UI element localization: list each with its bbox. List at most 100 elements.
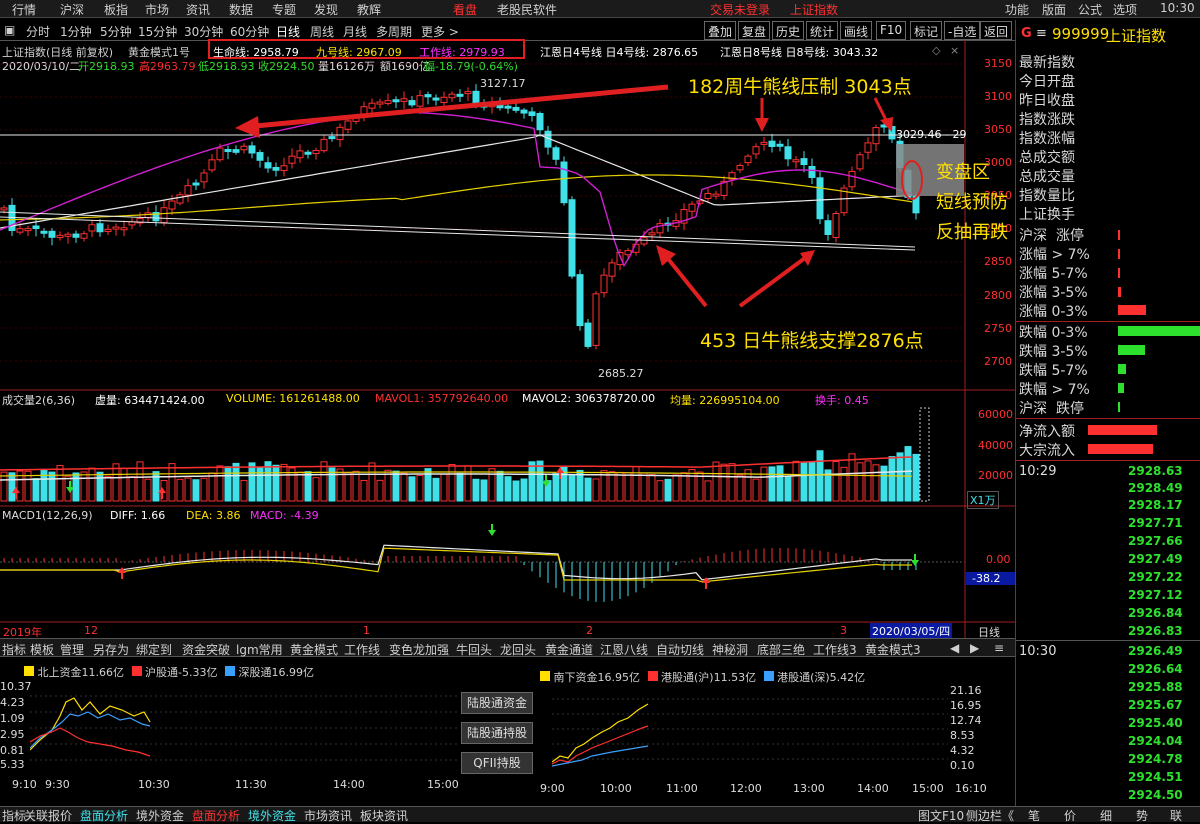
indicator-tab[interactable]: 管理 [60, 641, 84, 658]
indicator-tab[interactable]: 龙回头 [500, 641, 536, 658]
menu-item[interactable]: 数据 [229, 1, 253, 18]
tab-period[interactable]: 分时 [26, 23, 50, 40]
f10-button[interactable]: F10 [876, 21, 907, 40]
menu-item[interactable]: 沪深 [60, 1, 84, 18]
menu-item[interactable]: 发现 [314, 1, 338, 18]
quote-row: 总成交量 [1019, 169, 1075, 185]
tab-period[interactable]: 1分钟 [60, 23, 92, 40]
volume-bar [344, 472, 352, 502]
menu-icon[interactable]: ≡ [1036, 26, 1047, 41]
candle-body [344, 120, 352, 130]
price-tick: 2850 [984, 255, 1012, 268]
indicator-tab[interactable]: 资金突破 [182, 641, 230, 658]
indicator-tab[interactable]: 工作线 [344, 641, 380, 658]
tab-period[interactable]: 周线 [310, 23, 334, 40]
volume-bar [224, 466, 232, 502]
bottom-tab[interactable]: 指标 [2, 807, 26, 824]
quote-row: 上证换手 [1019, 207, 1075, 223]
menu-item[interactable]: 选项 [1113, 1, 1137, 18]
candle-body [56, 234, 64, 239]
breadth-bar [1118, 230, 1120, 240]
north-legend-3: 深股通16.99亿 [238, 666, 314, 679]
menu-item[interactable]: 专题 [272, 1, 296, 18]
tick-value: 2928.17 [1128, 498, 1183, 512]
tab-period[interactable]: 30分钟 [184, 23, 223, 40]
history-button[interactable]: 历史 [772, 21, 805, 40]
indicator-tab[interactable]: 模板 [30, 641, 54, 658]
bottom-tab[interactable]: 境外资金 [136, 807, 184, 824]
back-button[interactable]: 返回 [980, 21, 1013, 40]
side-tab[interactable]: 细 [1100, 807, 1112, 824]
indicator-tab[interactable]: 牛回头 [456, 641, 492, 658]
side-tab[interactable]: 联 [1170, 807, 1182, 824]
replay-button[interactable]: 复盘 [738, 21, 771, 40]
indicator-tab[interactable]: 江恩八线 [600, 641, 648, 658]
candle-body [368, 102, 376, 109]
menu-item[interactable]: 资讯 [186, 1, 210, 18]
f10-link[interactable]: 图文F10 [918, 807, 964, 824]
volume-bar [832, 461, 840, 502]
mark-button[interactable]: 标记 [910, 21, 943, 40]
volume-bar [376, 479, 384, 502]
stock-connect-holding-button[interactable]: 陆股通持股 [461, 722, 533, 744]
qfii-holding-button[interactable]: QFII持股 [461, 752, 533, 774]
candle-body [264, 162, 272, 169]
tab-period[interactable]: 更多 > [421, 23, 459, 40]
up-bucket: 涨幅 > 7% [1019, 247, 1090, 263]
candle-body [72, 233, 80, 238]
stats-button[interactable]: 统计 [806, 21, 839, 40]
overlay-button[interactable]: 叠加 [704, 21, 737, 40]
bottom-tab[interactable]: 板块资讯 [360, 807, 408, 824]
indicator-tab[interactable]: lgm常用 [236, 641, 283, 658]
menu-item[interactable]: 功能 [1005, 1, 1029, 18]
bottom-tab[interactable]: 盘面分析 [80, 807, 128, 824]
volume-title[interactable]: 成交量2(6,36) [2, 392, 75, 408]
tab-scroll-left-icon[interactable]: ◀ [950, 641, 959, 655]
menu-item[interactable]: 教辉 [357, 1, 381, 18]
tab-period-active[interactable]: 日线 [276, 23, 300, 40]
menu-item[interactable]: 公式 [1078, 1, 1102, 18]
tick-value: 2924.04 [1128, 734, 1183, 748]
volume-bar [528, 461, 536, 502]
tab-menu-icon[interactable]: ≡ [994, 641, 1004, 655]
sidebar-toggle[interactable]: 侧边栏《 [966, 807, 1014, 824]
indicator-tab[interactable]: 黄金模式 [290, 641, 338, 658]
side-tab[interactable]: 笔 [1028, 807, 1040, 824]
indicator-tab[interactable]: 指标 [2, 641, 26, 658]
indicator-tab[interactable]: 变色龙加强 [389, 641, 449, 658]
bottom-tab[interactable]: 盘面分析 [192, 807, 240, 824]
indicator-tab[interactable]: 神秘洞 [712, 641, 748, 658]
tab-period[interactable]: 60分钟 [230, 23, 269, 40]
menu-item-active[interactable]: 看盘 [453, 1, 477, 18]
menu-item[interactable]: 市场 [145, 1, 169, 18]
bottom-tab[interactable]: 境外资金 [248, 807, 296, 824]
indicator-tab[interactable]: 黄金通道 [545, 641, 593, 658]
bottom-tab[interactable]: 市场资讯 [304, 807, 352, 824]
fold-icon[interactable]: ▣ [4, 23, 15, 37]
tab-scroll-right-icon[interactable]: ▶ [970, 641, 979, 655]
menu-item[interactable]: 老股民软件 [497, 1, 557, 18]
menu-item[interactable]: 板指 [104, 1, 128, 18]
tab-period[interactable]: 5分钟 [100, 23, 132, 40]
login-status[interactable]: 交易未登录 [710, 1, 770, 18]
indicator-tab[interactable]: 另存为 [93, 641, 129, 658]
menu-item[interactable]: 版面 [1042, 1, 1066, 18]
side-tab[interactable]: 势 [1136, 807, 1148, 824]
watchlist-button[interactable]: -自选 [944, 21, 981, 40]
menu-item[interactable]: 行情 [12, 1, 36, 18]
indicator-tab[interactable]: 黄金模式3 [865, 641, 921, 658]
indicator-tab[interactable]: 自动切线 [656, 641, 704, 658]
indicator-tab[interactable]: 底部三绝 [757, 641, 805, 658]
stock-connect-fund-button[interactable]: 陆股通资金 [461, 692, 533, 714]
indicator-tab[interactable]: 绑定到 [136, 641, 172, 658]
tab-period[interactable]: 月线 [343, 23, 367, 40]
macd-title[interactable]: MACD1(12,26,9) [2, 509, 93, 522]
draw-button[interactable]: 画线 [840, 21, 873, 40]
bottom-tab[interactable]: 关联报价 [24, 807, 72, 824]
indicator-tab[interactable]: 工作线3 [813, 641, 857, 658]
tab-period[interactable]: 15分钟 [138, 23, 177, 40]
tab-period[interactable]: 多周期 [376, 23, 412, 40]
bottom-tab-bar: 指标 关联报价 盘面分析 境外资金 盘面分析 境外资金 市场资讯 板块资讯 图文… [0, 806, 1200, 824]
quote-row: 指数涨幅 [1019, 131, 1075, 147]
side-tab[interactable]: 价 [1064, 807, 1076, 824]
